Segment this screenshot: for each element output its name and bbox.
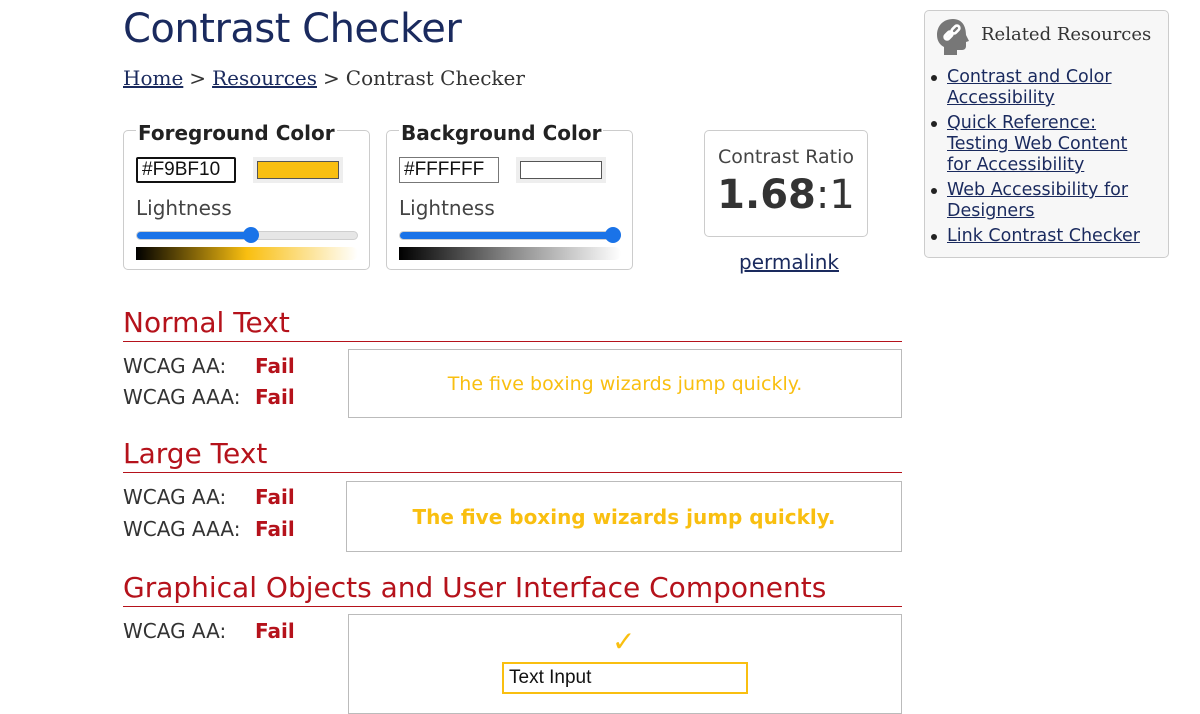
large-text-heading: Large Text [123, 436, 902, 473]
background-color-card: Background Color Lightness [386, 121, 633, 270]
large-aa-label: WCAG AA: [123, 485, 227, 509]
foreground-lightness-slider[interactable] [136, 227, 358, 243]
background-lightness-label: Lightness [399, 196, 495, 220]
breadcrumb-separator: > [323, 66, 340, 90]
foreground-lightness-label: Lightness [136, 196, 232, 220]
normal-aaa-label: WCAG AAA: [123, 385, 241, 409]
normal-aaa-row: WCAG AAA: Fail [123, 385, 295, 409]
normal-aaa-result: Fail [255, 385, 295, 409]
breadcrumb-separator: > [189, 66, 207, 90]
demo-text-input[interactable] [502, 662, 748, 694]
normal-aa-result: Fail [255, 354, 295, 378]
foreground-lightness-gradient [136, 247, 358, 260]
background-color-picker[interactable] [516, 157, 606, 183]
large-aa-result: Fail [255, 485, 295, 509]
breadcrumb: Home > Resources > Contrast Checker [123, 66, 525, 90]
large-aa-row: WCAG AA: Fail [123, 485, 295, 509]
breadcrumb-current: Contrast Checker [345, 66, 525, 90]
contrast-ratio-suffix: :1 [815, 172, 855, 218]
related-link-quick-reference[interactable]: Quick Reference: Testing Web Content for… [947, 113, 1127, 175]
graphical-objects-heading: Graphical Objects and User Interface Com… [123, 570, 902, 607]
contrast-ratio-value: 1.68:1 [705, 172, 867, 218]
related-link-web-accessibility-designers[interactable]: Web Accessibility for Designers [947, 180, 1128, 221]
foreground-legend: Foreground Color [136, 121, 337, 145]
related-resources-list: Contrast and Color Accessibility Quick R… [931, 67, 1157, 251]
large-text-sample: The five boxing wizards jump quickly. [346, 481, 902, 552]
breadcrumb-home-link[interactable]: Home [123, 66, 183, 90]
large-aaa-result: Fail [255, 517, 295, 541]
foreground-swatch [257, 161, 339, 179]
background-legend: Background Color [399, 121, 604, 145]
breadcrumb-resources-link[interactable]: Resources [212, 66, 317, 90]
background-lightness-gradient [399, 247, 621, 260]
list-item: Quick Reference: Testing Web Content for… [931, 113, 1157, 176]
foreground-hex-input[interactable] [136, 157, 236, 183]
foreground-color-card: Foreground Color Lightness [123, 121, 370, 270]
background-hex-input[interactable] [399, 157, 499, 183]
background-lightness-slider[interactable] [399, 227, 622, 243]
background-slider-fill [400, 232, 614, 239]
list-item: Web Accessibility for Designers [931, 180, 1157, 222]
contrast-ratio-number: 1.68 [717, 172, 816, 218]
background-swatch [520, 161, 602, 179]
permalink-link[interactable]: permalink [739, 250, 839, 274]
link-head-icon [937, 19, 969, 55]
graphical-aa-result: Fail [255, 619, 295, 643]
contrast-ratio-card: Contrast Ratio 1.68:1 [704, 130, 868, 237]
large-aaa-label: WCAG AAA: [123, 517, 241, 541]
list-item: Contrast and Color Accessibility [931, 67, 1157, 109]
normal-text-sample: The five boxing wizards jump quickly. [348, 349, 902, 418]
page-title: Contrast Checker [123, 6, 462, 52]
normal-aa-row: WCAG AA: Fail [123, 354, 295, 378]
related-resources-title: Related Resources [981, 24, 1152, 45]
related-link-link-contrast-checker[interactable]: Link Contrast Checker [947, 226, 1140, 246]
large-aaa-row: WCAG AAA: Fail [123, 517, 295, 541]
checkmark-icon: ✓ [612, 625, 636, 658]
contrast-ratio-label: Contrast Ratio [717, 146, 854, 168]
graphical-aa-label: WCAG AA: [123, 619, 227, 643]
foreground-slider-fill [137, 232, 252, 239]
list-item: Link Contrast Checker [931, 226, 1157, 247]
background-slider-thumb[interactable] [605, 227, 622, 243]
foreground-color-picker[interactable] [253, 157, 343, 183]
graphical-aa-row: WCAG AA: Fail [123, 619, 295, 643]
related-link-contrast-color[interactable]: Contrast and Color Accessibility [947, 67, 1112, 108]
foreground-slider-thumb[interactable] [243, 227, 260, 243]
normal-text-heading: Normal Text [123, 305, 902, 342]
normal-aa-label: WCAG AA: [123, 354, 227, 378]
related-resources-panel: Related Resources Contrast and Color Acc… [924, 10, 1169, 258]
